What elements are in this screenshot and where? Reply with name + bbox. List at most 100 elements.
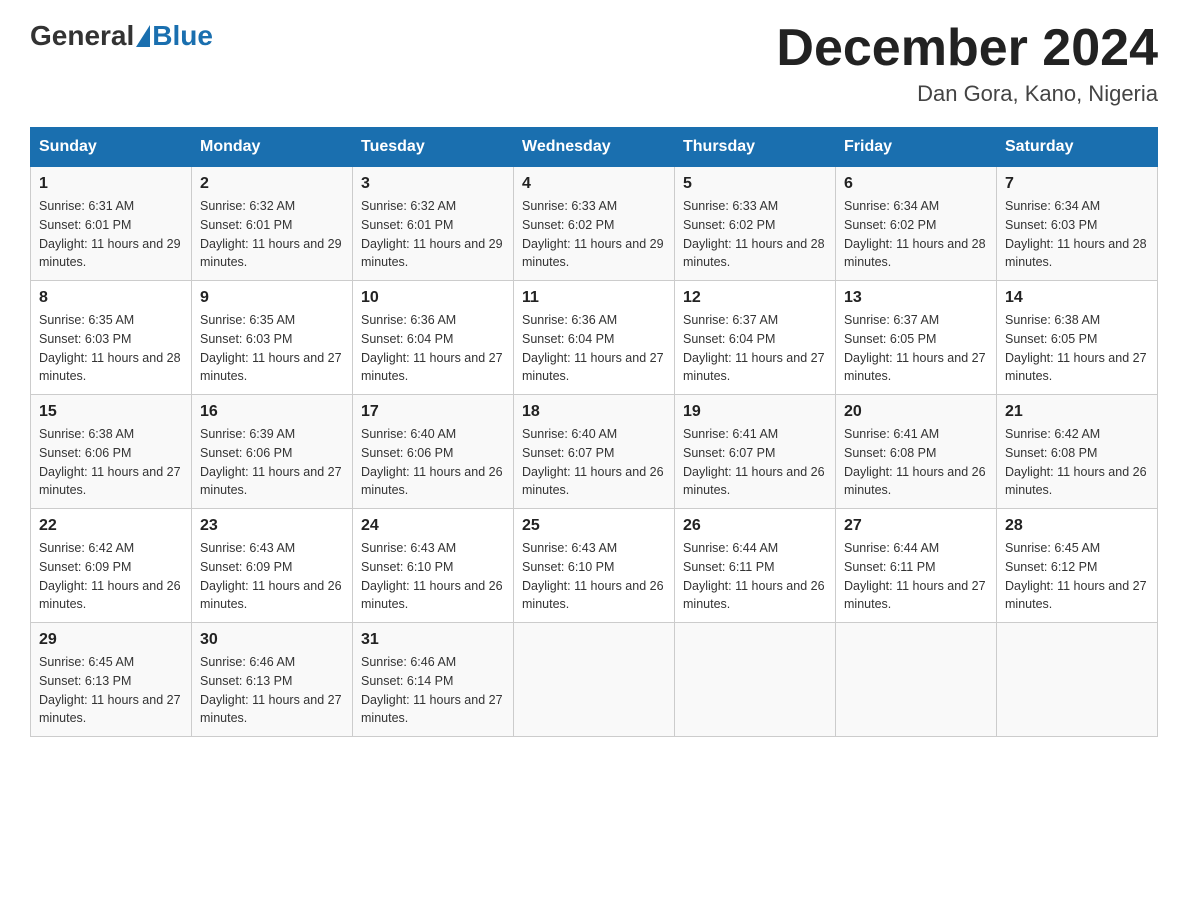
day-number: 19 bbox=[683, 403, 827, 421]
calendar-day-cell: 9Sunrise: 6:35 AMSunset: 6:03 PMDaylight… bbox=[192, 281, 353, 395]
day-info: Sunrise: 6:34 AMSunset: 6:02 PMDaylight:… bbox=[844, 197, 988, 272]
day-of-week-header: Sunday bbox=[31, 128, 192, 167]
day-number: 30 bbox=[200, 631, 344, 649]
day-number: 6 bbox=[844, 175, 988, 193]
day-of-week-header: Tuesday bbox=[353, 128, 514, 167]
calendar-week-row: 1 Sunrise: 6:31 AMSunset: 6:01 PMDaylight… bbox=[31, 167, 1158, 281]
calendar-day-cell bbox=[836, 623, 997, 737]
calendar-day-cell: 6 Sunrise: 6:34 AMSunset: 6:02 PMDaylight… bbox=[836, 167, 997, 281]
day-info: Sunrise: 6:40 AMSunset: 6:07 PMDaylight:… bbox=[522, 425, 666, 500]
day-number: 9 bbox=[200, 289, 344, 307]
day-info: Sunrise: 6:41 AMSunset: 6:08 PMDaylight:… bbox=[844, 425, 988, 500]
day-info: Sunrise: 6:40 AMSunset: 6:06 PMDaylight:… bbox=[361, 425, 505, 500]
day-number: 24 bbox=[361, 517, 505, 535]
day-info: Sunrise: 6:34 AMSunset: 6:03 PMDaylight:… bbox=[1005, 197, 1149, 272]
day-info: Sunrise: 6:44 AMSunset: 6:11 PMDaylight:… bbox=[683, 539, 827, 614]
day-number: 11 bbox=[522, 289, 666, 307]
day-number: 15 bbox=[39, 403, 183, 421]
calendar-day-cell: 29Sunrise: 6:45 AMSunset: 6:13 PMDayligh… bbox=[31, 623, 192, 737]
day-number: 14 bbox=[1005, 289, 1149, 307]
calendar-day-cell: 11 Sunrise: 6:36 AMSunset: 6:04 PMDayligh… bbox=[514, 281, 675, 395]
calendar-day-cell: 13Sunrise: 6:37 AMSunset: 6:05 PMDayligh… bbox=[836, 281, 997, 395]
calendar-week-row: 8 Sunrise: 6:35 AMSunset: 6:03 PMDaylight… bbox=[31, 281, 1158, 395]
day-number: 22 bbox=[39, 517, 183, 535]
day-number: 21 bbox=[1005, 403, 1149, 421]
calendar-day-cell bbox=[675, 623, 836, 737]
day-info: Sunrise: 6:46 AMSunset: 6:13 PMDaylight:… bbox=[200, 653, 344, 728]
day-info: Sunrise: 6:38 AMSunset: 6:05 PMDaylight:… bbox=[1005, 311, 1149, 386]
month-title: December 2024 bbox=[776, 20, 1158, 77]
day-number: 5 bbox=[683, 175, 827, 193]
day-info: Sunrise: 6:41 AMSunset: 6:07 PMDaylight:… bbox=[683, 425, 827, 500]
calendar-day-cell: 4Sunrise: 6:33 AMSunset: 6:02 PMDaylight… bbox=[514, 167, 675, 281]
day-info: Sunrise: 6:39 AMSunset: 6:06 PMDaylight:… bbox=[200, 425, 344, 500]
calendar-day-cell: 26Sunrise: 6:44 AMSunset: 6:11 PMDayligh… bbox=[675, 509, 836, 623]
calendar-day-cell: 22Sunrise: 6:42 AMSunset: 6:09 PMDayligh… bbox=[31, 509, 192, 623]
day-number: 7 bbox=[1005, 175, 1149, 193]
calendar-day-cell: 7 Sunrise: 6:34 AMSunset: 6:03 PMDaylight… bbox=[997, 167, 1158, 281]
day-of-week-header: Friday bbox=[836, 128, 997, 167]
day-number: 12 bbox=[683, 289, 827, 307]
day-of-week-header: Thursday bbox=[675, 128, 836, 167]
calendar-day-cell: 28 Sunrise: 6:45 AMSunset: 6:12 PMDayligh… bbox=[997, 509, 1158, 623]
day-number: 3 bbox=[361, 175, 505, 193]
calendar-day-cell: 5 Sunrise: 6:33 AMSunset: 6:02 PMDaylight… bbox=[675, 167, 836, 281]
title-block: December 2024 Dan Gora, Kano, Nigeria bbox=[776, 20, 1158, 107]
calendar-week-row: 22Sunrise: 6:42 AMSunset: 6:09 PMDayligh… bbox=[31, 509, 1158, 623]
day-number: 25 bbox=[522, 517, 666, 535]
day-number: 27 bbox=[844, 517, 988, 535]
day-info: Sunrise: 6:33 AMSunset: 6:02 PMDaylight:… bbox=[522, 197, 666, 272]
day-info: Sunrise: 6:33 AMSunset: 6:02 PMDaylight:… bbox=[683, 197, 827, 272]
calendar-day-cell: 24 Sunrise: 6:43 AMSunset: 6:10 PMDayligh… bbox=[353, 509, 514, 623]
day-of-week-header: Wednesday bbox=[514, 128, 675, 167]
day-number: 10 bbox=[361, 289, 505, 307]
calendar-week-row: 29Sunrise: 6:45 AMSunset: 6:13 PMDayligh… bbox=[31, 623, 1158, 737]
day-info: Sunrise: 6:32 AMSunset: 6:01 PMDaylight:… bbox=[200, 197, 344, 272]
day-of-week-header: Monday bbox=[192, 128, 353, 167]
day-info: Sunrise: 6:31 AMSunset: 6:01 PMDaylight:… bbox=[39, 197, 183, 272]
day-info: Sunrise: 6:37 AMSunset: 6:04 PMDaylight:… bbox=[683, 311, 827, 386]
calendar-day-cell bbox=[997, 623, 1158, 737]
calendar-day-cell: 12 Sunrise: 6:37 AMSunset: 6:04 PMDayligh… bbox=[675, 281, 836, 395]
location-label: Dan Gora, Kano, Nigeria bbox=[776, 81, 1158, 107]
calendar-day-cell: 10 Sunrise: 6:36 AMSunset: 6:04 PMDayligh… bbox=[353, 281, 514, 395]
calendar-day-cell: 30 Sunrise: 6:46 AMSunset: 6:13 PMDayligh… bbox=[192, 623, 353, 737]
calendar-day-cell: 15 Sunrise: 6:38 AMSunset: 6:06 PMDayligh… bbox=[31, 395, 192, 509]
page-header: General Blue December 2024 Dan Gora, Kan… bbox=[30, 20, 1158, 107]
calendar-day-cell: 20 Sunrise: 6:41 AMSunset: 6:08 PMDayligh… bbox=[836, 395, 997, 509]
logo-general-text: General bbox=[30, 20, 134, 52]
day-number: 31 bbox=[361, 631, 505, 649]
calendar-week-row: 15 Sunrise: 6:38 AMSunset: 6:06 PMDayligh… bbox=[31, 395, 1158, 509]
logo: General Blue bbox=[30, 20, 213, 52]
calendar-day-cell: 16Sunrise: 6:39 AMSunset: 6:06 PMDayligh… bbox=[192, 395, 353, 509]
calendar-day-cell: 17 Sunrise: 6:40 AMSunset: 6:06 PMDayligh… bbox=[353, 395, 514, 509]
calendar-day-cell: 21Sunrise: 6:42 AMSunset: 6:08 PMDayligh… bbox=[997, 395, 1158, 509]
calendar-day-cell: 3Sunrise: 6:32 AMSunset: 6:01 PMDaylight… bbox=[353, 167, 514, 281]
day-number: 8 bbox=[39, 289, 183, 307]
day-info: Sunrise: 6:36 AMSunset: 6:04 PMDaylight:… bbox=[361, 311, 505, 386]
day-info: Sunrise: 6:43 AMSunset: 6:09 PMDaylight:… bbox=[200, 539, 344, 614]
day-info: Sunrise: 6:45 AMSunset: 6:13 PMDaylight:… bbox=[39, 653, 183, 728]
calendar-day-cell: 23Sunrise: 6:43 AMSunset: 6:09 PMDayligh… bbox=[192, 509, 353, 623]
calendar-day-cell: 18 Sunrise: 6:40 AMSunset: 6:07 PMDayligh… bbox=[514, 395, 675, 509]
day-number: 20 bbox=[844, 403, 988, 421]
day-number: 2 bbox=[200, 175, 344, 193]
day-info: Sunrise: 6:44 AMSunset: 6:11 PMDaylight:… bbox=[844, 539, 988, 614]
day-number: 18 bbox=[522, 403, 666, 421]
calendar-day-cell: 1 Sunrise: 6:31 AMSunset: 6:01 PMDaylight… bbox=[31, 167, 192, 281]
day-info: Sunrise: 6:43 AMSunset: 6:10 PMDaylight:… bbox=[361, 539, 505, 614]
calendar-day-cell: 8 Sunrise: 6:35 AMSunset: 6:03 PMDaylight… bbox=[31, 281, 192, 395]
day-number: 28 bbox=[1005, 517, 1149, 535]
calendar-day-cell: 2 Sunrise: 6:32 AMSunset: 6:01 PMDaylight… bbox=[192, 167, 353, 281]
day-of-week-header: Saturday bbox=[997, 128, 1158, 167]
logo-blue-text: Blue bbox=[152, 20, 213, 52]
calendar-day-cell: 19 Sunrise: 6:41 AMSunset: 6:07 PMDayligh… bbox=[675, 395, 836, 509]
day-info: Sunrise: 6:35 AMSunset: 6:03 PMDaylight:… bbox=[39, 311, 183, 386]
day-info: Sunrise: 6:46 AMSunset: 6:14 PMDaylight:… bbox=[361, 653, 505, 728]
day-number: 1 bbox=[39, 175, 183, 193]
day-number: 17 bbox=[361, 403, 505, 421]
calendar-table: SundayMondayTuesdayWednesdayThursdayFrid… bbox=[30, 127, 1158, 737]
day-info: Sunrise: 6:38 AMSunset: 6:06 PMDaylight:… bbox=[39, 425, 183, 500]
day-info: Sunrise: 6:36 AMSunset: 6:04 PMDaylight:… bbox=[522, 311, 666, 386]
day-info: Sunrise: 6:45 AMSunset: 6:12 PMDaylight:… bbox=[1005, 539, 1149, 614]
